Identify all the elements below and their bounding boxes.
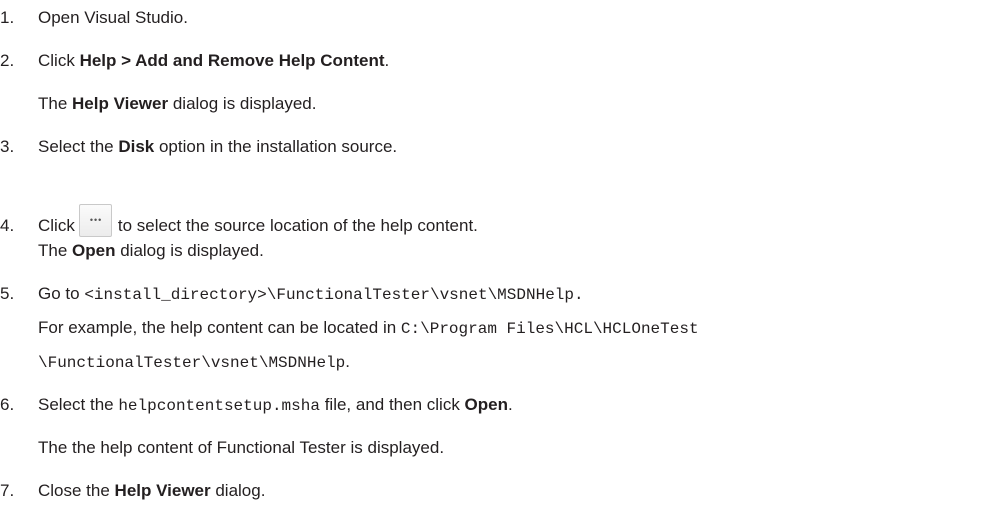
step-5-example-line-1: For example, the help content can be loc… <box>38 317 699 340</box>
step-text-pre: Go to <box>38 284 85 303</box>
path-code: \FunctionalTester\vsnet\MSDNHelp <box>38 354 346 372</box>
step-2-result: The Help Viewer dialog is displayed. <box>38 93 316 115</box>
step-number: 2. <box>0 51 15 70</box>
step-number: 4. <box>0 216 15 235</box>
instruction-document: 1. Open Visual Studio. 2. Click Help > Add… <box>0 0 992 505</box>
step-text-pre: Select the <box>38 395 119 414</box>
browse-ellipsis-icon: ••• <box>78 204 112 237</box>
result-text-pre: The <box>38 94 73 113</box>
step-number: 3. <box>0 137 15 156</box>
file-name-code: helpcontentsetup.msha <box>118 397 320 415</box>
step-4-result: The Open dialog is displayed. <box>38 240 264 262</box>
step-text-post: option in the installation source. <box>154 137 398 156</box>
dialog-name: Help Viewer <box>72 94 169 113</box>
step-5: 5. Go to <install_directory>\FunctionalTe… <box>0 283 584 306</box>
step-text-post: . <box>508 395 513 414</box>
step-number: 5. <box>0 284 15 303</box>
step-5-example-line-2: \FunctionalTester\vsnet\MSDNHelp. <box>38 351 350 374</box>
result-text-post: dialog is displayed. <box>115 241 264 260</box>
result-text-post: dialog is displayed. <box>168 94 317 113</box>
step-3: 3. Select the Disk option in the installa… <box>0 136 397 158</box>
step-1: 1. Open Visual Studio. <box>0 7 188 29</box>
step-text-pre: Select the <box>38 137 119 156</box>
path-code: <install_directory>\FunctionalTester\vsn… <box>84 286 584 304</box>
path-code: C:\Program Files\HCL\HCLOneTest <box>400 320 699 338</box>
option-name: Disk <box>118 137 155 156</box>
step-6-result: The the help content of Functional Teste… <box>38 437 444 459</box>
step-text-pre: Click <box>38 51 80 70</box>
result-text-pre: The <box>38 241 73 260</box>
step-text-pre: Close the <box>38 481 115 500</box>
step-text-post: dialog. <box>210 481 266 500</box>
step-2: 2. Click Help > Add and Remove Help Conte… <box>0 50 389 72</box>
step-text-mid: file, and then click <box>319 395 465 414</box>
step-number: 7. <box>0 481 15 500</box>
step-number: 6. <box>0 395 15 414</box>
dialog-name: Help Viewer <box>114 481 211 500</box>
step-text-post: . <box>384 51 390 70</box>
step-6: 6. Select the helpcontentsetup.msha file,… <box>0 394 513 417</box>
result-text: The the help content of Functional Teste… <box>38 438 445 457</box>
example-text-post: . <box>345 352 350 371</box>
step-7: 7. Close the Help Viewer dialog. <box>0 480 265 502</box>
step-number: 1. <box>0 8 15 27</box>
step-text-pre: Click <box>38 216 75 235</box>
example-text: For example, the help content can be loc… <box>38 318 401 337</box>
button-name: Open <box>464 395 508 414</box>
menu-path: Help > Add and Remove Help Content <box>79 51 385 70</box>
step-text-post: to select the source location of the hel… <box>117 216 478 235</box>
step-4: 4. Click ••• to select the source location … <box>0 204 478 237</box>
dialog-name: Open <box>72 241 116 260</box>
step-text: Open Visual Studio. <box>38 8 188 27</box>
